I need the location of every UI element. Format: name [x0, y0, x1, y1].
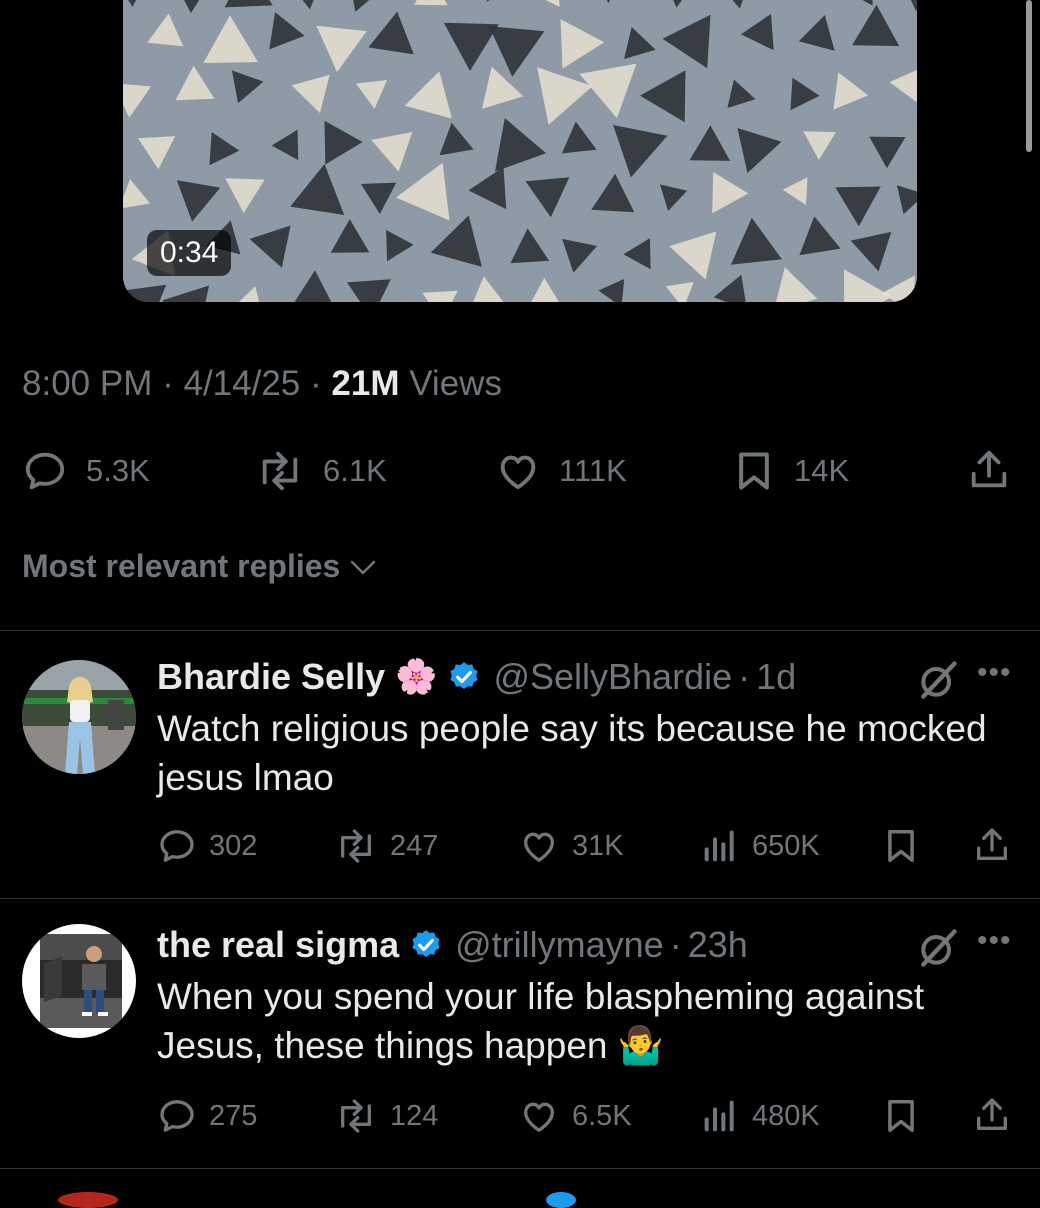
grok-icon: [921, 661, 957, 699]
verified-icon: [409, 928, 443, 962]
reply-icon: [160, 1100, 194, 1132]
next-reply-badge: [546, 1192, 576, 1208]
bookmark-icon: [888, 830, 914, 862]
share-button[interactable]: [966, 446, 1012, 494]
grok-button[interactable]: [915, 658, 961, 707]
chevron-down-icon: [351, 560, 376, 574]
like-icon: [524, 832, 554, 862]
like-button[interactable]: 31K: [518, 826, 624, 866]
reply-header: Bhardie Selly 🌸 @SellyBhardie · 1d: [157, 656, 797, 698]
divider: [0, 1168, 1040, 1169]
bookmark-icon: [888, 1100, 914, 1132]
more-icon[interactable]: •••: [977, 656, 1012, 690]
like-count: 31K: [572, 829, 624, 862]
repost-button[interactable]: 6.1K: [255, 448, 387, 494]
post-action-bar: 5.3K 6.1K 111K 14K: [0, 440, 1040, 502]
repost-count: 124: [390, 1099, 439, 1132]
video-player[interactable]: [123, 0, 917, 302]
reply-button[interactable]: 5.3K: [22, 448, 150, 494]
views-label: Views: [409, 364, 502, 403]
share-icon: [977, 1098, 1007, 1130]
like-icon: [524, 1102, 554, 1132]
like-icon: [500, 455, 536, 490]
like-button[interactable]: 6.5K: [518, 1096, 632, 1136]
sort-label: Most relevant replies: [22, 548, 341, 584]
post-date: 4/14/25: [183, 364, 301, 403]
repost-button[interactable]: 124: [334, 1096, 438, 1136]
reply-header: the real sigma @trillymayne · 23h: [157, 924, 748, 966]
reply-item[interactable]: the real sigma @trillymayne · 23h ••• Wh…: [0, 924, 1040, 1154]
reply-count: 5.3K: [86, 453, 150, 488]
name-emoji: 🌸: [395, 658, 438, 696]
video-frame: [123, 0, 917, 302]
reply-item[interactable]: Bhardie Selly 🌸 @SellyBhardie · 1d ••• W…: [0, 656, 1040, 886]
avatar[interactable]: [22, 660, 136, 774]
display-name[interactable]: the real sigma: [157, 924, 399, 966]
light-triangle: [414, 0, 448, 6]
views-icon: [704, 830, 734, 862]
handle[interactable]: @SellyBhardie: [493, 656, 732, 698]
handle[interactable]: @trillymayne: [455, 924, 664, 966]
bookmark-button[interactable]: [882, 826, 920, 866]
reply-emoji: 🤷‍♂️: [617, 1025, 664, 1066]
share-button[interactable]: [972, 1094, 1012, 1136]
avatar[interactable]: [22, 924, 136, 1038]
timestamp[interactable]: 23h: [688, 924, 748, 966]
grok-button[interactable]: [915, 926, 961, 975]
views-count: 650K: [752, 829, 820, 862]
like-button[interactable]: 111K: [495, 448, 627, 494]
repost-count: 247: [390, 829, 439, 862]
post-meta: 8:00 PM · 4/14/25 · 21M Views: [22, 364, 502, 403]
repost-button[interactable]: 247: [334, 826, 438, 866]
views-button[interactable]: 650K: [700, 826, 820, 866]
reply-icon: [25, 452, 65, 490]
display-name[interactable]: Bhardie Selly: [157, 656, 385, 698]
bookmark-button[interactable]: [882, 1096, 920, 1136]
repost-icon: [340, 829, 371, 863]
more-icon[interactable]: •••: [977, 924, 1012, 958]
video-duration-badge: 0:34: [147, 230, 232, 276]
reply-count: 302: [209, 829, 258, 862]
repost-icon: [340, 1099, 371, 1133]
share-button[interactable]: [972, 824, 1012, 866]
grok-icon: [921, 929, 957, 967]
reply-button[interactable]: 275: [157, 1096, 257, 1136]
share-icon: [971, 450, 1007, 488]
bookmark-count: 14K: [794, 453, 850, 488]
next-reply-avatar: [58, 1192, 118, 1208]
reply-text: Watch religious people say its because h…: [157, 708, 987, 798]
reply-text: When you spend your life blaspheming aga…: [157, 976, 925, 1066]
replies-sort-selector[interactable]: Most relevant replies: [22, 548, 378, 585]
views-count: 21M: [331, 364, 400, 403]
timestamp[interactable]: 1d: [756, 656, 796, 698]
reply-button[interactable]: 302: [157, 826, 257, 866]
reply-icon: [160, 830, 194, 862]
post-time: 8:00 PM: [22, 364, 153, 403]
views-count: 480K: [752, 1099, 820, 1132]
repost-count: 6.1K: [323, 453, 387, 488]
divider: [0, 898, 1040, 899]
reply-count: 275: [209, 1099, 258, 1132]
like-count: 6.5K: [572, 1099, 632, 1132]
bookmark-button[interactable]: 14K: [732, 448, 849, 494]
scrollbar[interactable]: [1026, 0, 1032, 152]
divider: [0, 630, 1040, 631]
verified-icon: [447, 660, 481, 694]
bookmark-icon: [739, 452, 769, 490]
views-icon: [704, 1100, 734, 1132]
views-button[interactable]: 480K: [700, 1096, 820, 1136]
repost-icon: [262, 451, 298, 491]
like-count: 111K: [559, 453, 627, 488]
share-icon: [977, 828, 1007, 860]
